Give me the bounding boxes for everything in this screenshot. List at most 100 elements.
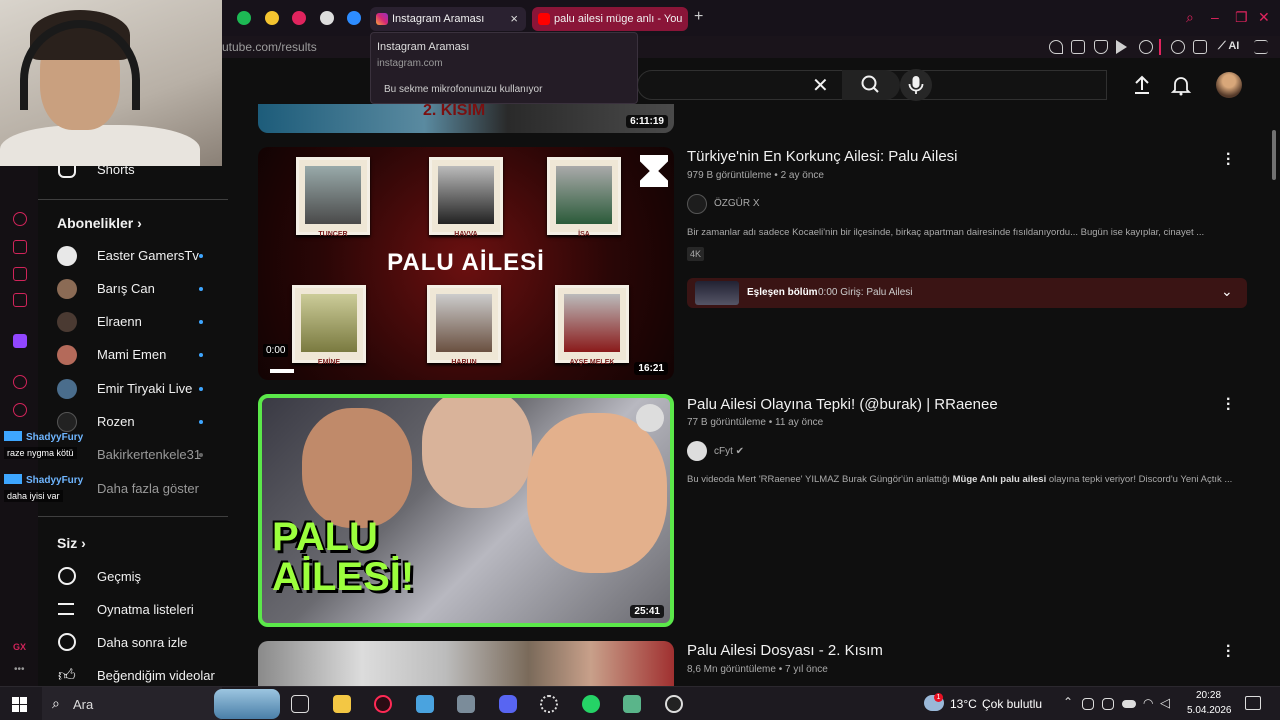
rail-player-icon[interactable]	[13, 375, 27, 389]
rail-speed-dial-icon[interactable]	[13, 212, 27, 226]
notifications-bell-icon[interactable]	[1170, 74, 1192, 96]
matching-chapter[interactable]: Eşleşen bölüm 0:00 Giriş: Palu Ailesi ⌄	[687, 278, 1247, 308]
search-button[interactable]	[842, 70, 900, 100]
pin-icon[interactable]	[1049, 40, 1063, 54]
wifi-icon[interactable]: ◠	[1143, 696, 1153, 710]
heart-icon[interactable]	[1139, 40, 1153, 54]
channel-avatar[interactable]	[687, 441, 707, 461]
new-tab-button[interactable]: +	[694, 8, 703, 26]
menu-icon[interactable]	[1254, 40, 1268, 54]
rail-m-icon[interactable]	[13, 293, 27, 307]
pinned-tab-spotify-icon[interactable]	[237, 11, 251, 25]
tab-youtube[interactable]: palu ailesi müge anlı - You	[532, 7, 688, 31]
subscriptions-heading[interactable]: Abonelikler ›	[57, 215, 142, 231]
sidebar-item-subscription[interactable]: Emir Tiryaki Live	[38, 373, 228, 405]
photos-icon[interactable]	[416, 695, 434, 713]
search-tabs-icon[interactable]: ⌕	[1186, 9, 1194, 26]
video-title[interactable]: Palu Ailesi Dosyası - 2. Kısım	[687, 642, 883, 659]
tooltip-title: Instagram Araması	[377, 41, 470, 53]
windows-start-icon[interactable]	[12, 697, 27, 712]
rail-stripes-icon[interactable]	[13, 267, 27, 281]
pinned-tab-blue-icon[interactable]	[347, 11, 361, 25]
video-title[interactable]: Palu Ailesi Olayına Tepki! (@burak) | RR…	[687, 396, 998, 413]
duration-badge: 6:11:19	[626, 115, 668, 128]
notes-icon[interactable]	[623, 695, 641, 713]
sidebar-item-playlists[interactable]: Oynatma listeleri	[38, 594, 228, 626]
sidebar-item-subscription[interactable]: Mami Emen	[38, 339, 228, 371]
rail-bag-icon[interactable]	[13, 240, 27, 254]
video-title[interactable]: Türkiye'nin En Korkunç Ailesi: Palu Aile…	[687, 148, 958, 165]
url-text[interactable]: utube.com/results	[222, 40, 317, 54]
opera-gx-icon[interactable]	[374, 695, 392, 713]
shield-icon[interactable]	[1094, 40, 1108, 54]
new-content-dot	[199, 453, 203, 457]
video-thumbnail[interactable]: 2. KISIM 6:11:19	[258, 104, 674, 133]
rail-more-icon[interactable]: •••	[14, 664, 25, 675]
upload-age: 11 ay önce	[775, 417, 824, 428]
screenshot-icon[interactable]	[1071, 40, 1085, 54]
scrollbar-thumb[interactable]	[1272, 130, 1276, 180]
tray-camera-icon[interactable]	[1082, 698, 1094, 710]
minimize-icon[interactable]: –	[1211, 9, 1219, 25]
clock-date[interactable]: 5.04.2026	[1187, 705, 1232, 716]
channel-name[interactable]: ÖZGÜR X	[714, 198, 760, 209]
thumbnail-text: PALU	[272, 515, 378, 559]
profile-icon[interactable]	[1171, 40, 1185, 54]
upload-icon[interactable]	[1131, 74, 1153, 96]
channel-name[interactable]: cFyt ✔	[714, 446, 744, 457]
taskbar-search[interactable]: ⌕ Ara	[42, 687, 222, 720]
file-explorer-icon[interactable]	[333, 695, 351, 713]
close-window-icon[interactable]: ✕	[1258, 9, 1270, 26]
sidebar-item-subscription[interactable]: Elraenn	[38, 306, 228, 338]
account-avatar[interactable]	[1216, 72, 1242, 98]
weather-text[interactable]: Çok bulutlu	[982, 697, 1042, 711]
ai-button[interactable]: ⟋ AI	[1218, 40, 1239, 53]
clear-search-icon[interactable]: ✕	[812, 73, 829, 98]
settings-gear-icon[interactable]	[540, 695, 558, 713]
pinned-tab-chatgpt-icon[interactable]	[320, 11, 334, 25]
task-view-icon[interactable]	[291, 695, 309, 713]
thumbnail-photo	[296, 157, 370, 235]
rail-clock-icon[interactable]	[13, 403, 27, 417]
video-thumbnail[interactable]	[258, 641, 674, 686]
windows-taskbar: ⌕ Ara 1 13°C Çok bulutlu ⌃ ◠ ◁ 20:28 5.0…	[0, 686, 1280, 720]
sidebar-item-watch-later[interactable]: Daha sonra izle	[38, 627, 228, 659]
image-viewer-icon[interactable]	[457, 695, 475, 713]
whatsapp-icon[interactable]	[582, 695, 600, 713]
battery-icon[interactable]	[1122, 700, 1136, 708]
sidebar-item-subscription[interactable]: Easter GamersTv	[38, 240, 228, 272]
rail-gx-icon[interactable]: GX	[13, 642, 26, 652]
close-tab-icon[interactable]: ×	[510, 7, 518, 31]
sidebar-item-history[interactable]: Geçmiş	[38, 561, 228, 593]
obs-icon[interactable]	[665, 695, 683, 713]
video-thumbnail[interactable]: TUNCER HAVVA İSA PALU AİLESİ EMİNE HARUN…	[258, 147, 674, 380]
pinned-tab-emoji-icon[interactable]	[265, 11, 279, 25]
discord-icon[interactable]	[499, 695, 517, 713]
play-icon[interactable]	[1116, 40, 1127, 54]
webcam-person-body	[0, 125, 200, 166]
you-heading[interactable]: Siz ›	[57, 535, 86, 551]
video-description: Bu videoda Mert 'RRaenee' YILMAZ Burak G…	[687, 474, 1247, 485]
playback-progress[interactable]	[270, 369, 294, 373]
maximize-icon[interactable]: ❐	[1235, 9, 1248, 26]
more-options-icon[interactable]: · · ·	[1226, 639, 1236, 665]
download-icon[interactable]	[1193, 40, 1207, 54]
voice-search-button[interactable]	[900, 69, 932, 101]
weather-temp[interactable]: 13°C	[950, 697, 977, 711]
rail-twitch-icon[interactable]	[13, 334, 27, 348]
show-hidden-icons[interactable]: ⌃	[1063, 695, 1073, 709]
portrait	[436, 294, 492, 352]
thumbnail-photo	[547, 157, 621, 235]
channel-avatar[interactable]	[687, 194, 707, 214]
tray-app-icon[interactable]	[1102, 698, 1114, 710]
chevron-down-icon[interactable]: ⌄	[1221, 283, 1233, 300]
more-options-icon[interactable]: · · ·	[1226, 147, 1236, 173]
sidebar-item-subscription[interactable]: Barış Can	[38, 273, 228, 305]
video-thumbnail[interactable]: PALU AİLESİ! 25:41	[258, 394, 674, 627]
more-options-icon[interactable]: · · ·	[1226, 392, 1236, 418]
notifications-icon[interactable]	[1245, 696, 1261, 710]
tab-instagram[interactable]: Instagram Araması ×	[370, 7, 526, 31]
clock-time[interactable]: 20:28	[1196, 690, 1221, 701]
pinned-tab-pink-icon[interactable]	[292, 11, 306, 25]
volume-icon[interactable]: ◁	[1160, 695, 1170, 711]
